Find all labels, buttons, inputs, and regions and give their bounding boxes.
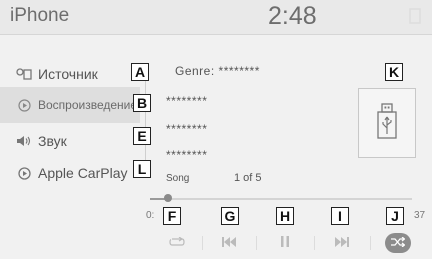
control-divider (256, 236, 257, 250)
shuffle-active-indicator (385, 233, 411, 253)
usb-icon (376, 102, 398, 144)
header-bar: iPhone 2:48 (0, 0, 432, 35)
callout-f: F (163, 207, 181, 225)
playback-icon (15, 98, 33, 112)
control-divider (370, 236, 371, 250)
content-divider (145, 72, 146, 164)
shuffle-button[interactable] (378, 230, 418, 256)
control-divider (314, 236, 315, 250)
menu-item-playback[interactable]: Воспроизведение (0, 87, 140, 123)
pause-icon (281, 236, 289, 250)
callout-l: L (133, 160, 151, 178)
callout-c: E (133, 127, 151, 145)
source-icon (15, 68, 33, 80)
callout-a: A (131, 63, 149, 81)
callout-h: H (276, 207, 294, 225)
speaker-icon (15, 135, 33, 147)
album-art[interactable] (358, 88, 416, 158)
menu-label-playback: Воспроизведение (38, 98, 138, 112)
callout-i: I (331, 207, 349, 225)
previous-icon (222, 236, 236, 250)
repeat-button[interactable] (157, 230, 197, 256)
media-screen: iPhone 2:48 Источник Воспроизведение Зву… (0, 0, 432, 259)
progress-knob[interactable] (164, 194, 172, 202)
menu-item-carplay[interactable]: Apple CarPlay (0, 155, 140, 191)
previous-button[interactable] (209, 230, 249, 256)
title-text: ******** (166, 148, 208, 162)
song-label: Song (166, 173, 190, 184)
album-text: ******** (166, 122, 208, 136)
clock: 2:48 (268, 2, 317, 30)
remaining-time: 37 (414, 210, 426, 221)
next-icon (335, 236, 349, 250)
repeat-icon (169, 236, 185, 250)
pause-button[interactable] (265, 230, 305, 256)
callout-j: J (386, 207, 404, 225)
control-divider (202, 236, 203, 250)
signal-icon (408, 7, 422, 25)
playback-controls (140, 230, 432, 256)
progress-track[interactable] (150, 198, 412, 200)
elapsed-time: 0: (146, 210, 155, 221)
callout-b: B (133, 94, 151, 112)
next-button[interactable] (322, 230, 362, 256)
menu-label-source: Источник (38, 66, 98, 82)
carplay-icon (15, 166, 33, 180)
menu-label-carplay: Apple CarPlay (38, 165, 128, 181)
app-title: iPhone (10, 5, 70, 26)
side-menu: Источник Воспроизведение Звук Apple CarP… (0, 34, 140, 194)
callout-g: G (221, 207, 239, 225)
menu-item-sound[interactable]: Звук (0, 123, 140, 159)
artist-text: ******** (166, 94, 208, 108)
menu-label-sound: Звук (38, 133, 67, 149)
genre-text: Genre: ******** (175, 64, 260, 78)
callout-k: K (385, 63, 403, 81)
shuffle-icon (391, 236, 406, 250)
track-count: 1 of 5 (234, 172, 262, 184)
